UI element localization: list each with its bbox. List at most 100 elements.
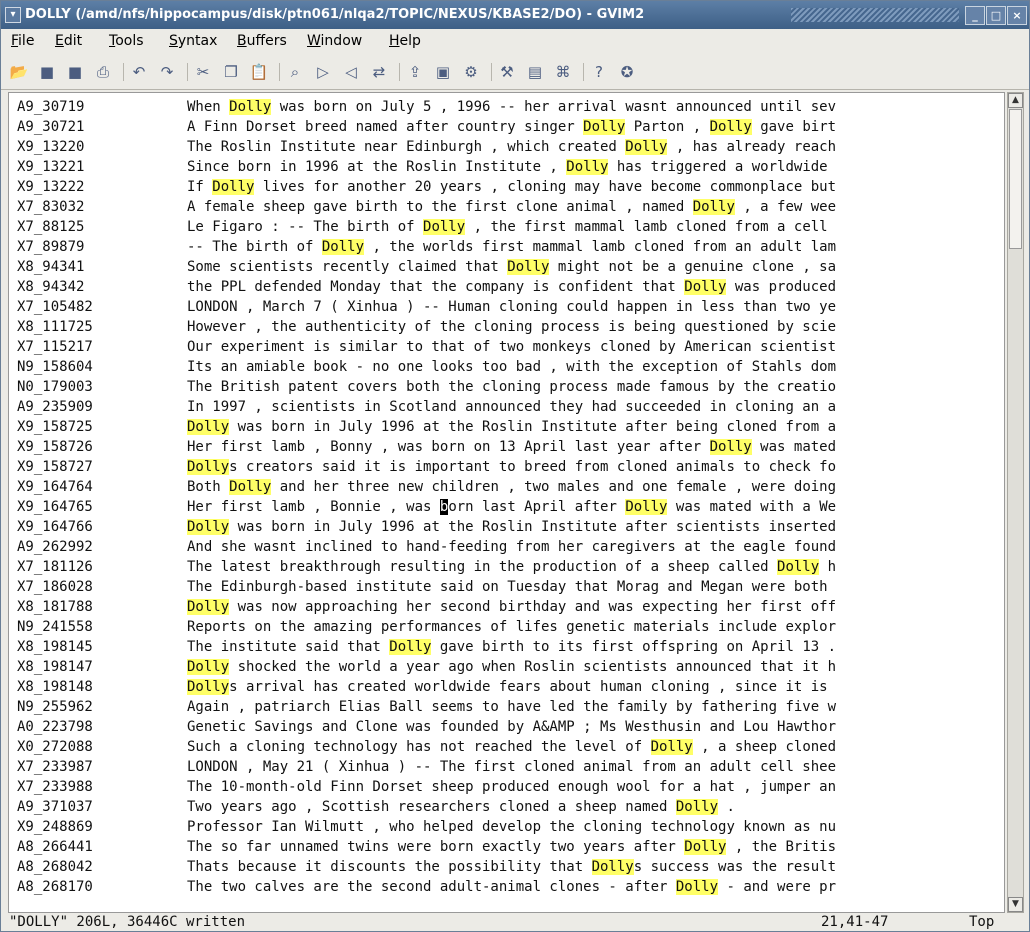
scroll-up-icon[interactable]: ▲	[1008, 93, 1023, 108]
text-line[interactable]: X8_181788 Dolly was now approaching her s…	[17, 599, 997, 616]
text-line[interactable]: X0_272088 Such a cloning technology has n…	[17, 739, 997, 756]
load-session-icon[interactable]: ⇪	[405, 63, 425, 81]
line-id: N0_179003	[17, 379, 93, 395]
status-message: "DOLLY" 206L, 36446C written	[9, 914, 246, 930]
toolbar-separator	[399, 63, 402, 81]
undo-icon[interactable]: ↶	[129, 63, 149, 81]
text-line[interactable]: A9_30719 When Dolly was born on July 5 , …	[17, 99, 997, 116]
line-text: Such a cloning technology has not reache…	[187, 739, 837, 755]
search-match: Dolly	[650, 739, 693, 755]
cut-icon[interactable]: ✂	[193, 63, 213, 81]
save-icon[interactable]: ■	[37, 63, 57, 81]
title-bar-grip	[791, 8, 959, 22]
text-line[interactable]: X9_13222 If Dolly lives for another 20 ye…	[17, 179, 997, 196]
minimize-button[interactable]: _	[965, 6, 985, 25]
line-id: N9_241558	[17, 619, 93, 635]
text-line[interactable]: X8_94341 Some scientists recently claimed…	[17, 259, 997, 276]
text-line[interactable]: X9_248869 Professor Ian Wilmutt , who hel…	[17, 819, 997, 836]
copy-icon[interactable]: ❐	[221, 63, 241, 81]
text-line[interactable]: X7_186028 The Edinburgh-based institute s…	[17, 579, 997, 596]
save-all-icon[interactable]: ■	[65, 63, 85, 81]
text-line[interactable]: A9_371037 Two years ago , Scottish resear…	[17, 799, 997, 816]
line-text: Some scientists recently claimed that Do…	[187, 259, 837, 275]
line-text: Dolly was born in July 1996 at the Rosli…	[187, 519, 837, 535]
text-line[interactable]: X7_105482 LONDON , March 7 ( Xinhua ) -- …	[17, 299, 997, 316]
text-line[interactable]: X7_115217 Our experiment is similar to th…	[17, 339, 997, 356]
text-line[interactable]: X8_111725 However , the authenticity of t…	[17, 319, 997, 336]
text-line[interactable]: X7_181126 The latest breakthrough resulti…	[17, 559, 997, 576]
menu-window[interactable]: Window	[307, 33, 362, 49]
search-match: Dolly	[423, 219, 466, 235]
text-line[interactable]: X9_13221 Since born in 1996 at the Roslin…	[17, 159, 997, 176]
text-line[interactable]: X8_198145 The institute said that Dolly g…	[17, 639, 997, 656]
text-line[interactable]: A8_268042 Thats because it discounts the …	[17, 859, 997, 876]
window-menu-icon[interactable]: ▾	[5, 7, 21, 23]
make-icon[interactable]: ⚒	[497, 63, 517, 81]
find-help-icon[interactable]: ✪	[617, 63, 637, 81]
scroll-down-icon[interactable]: ▼	[1008, 897, 1023, 912]
text-line[interactable]: N9_255962 Again , patriarch Elias Ball se…	[17, 699, 997, 716]
text-line[interactable]: X7_83032 A female sheep gave birth to the…	[17, 199, 997, 216]
text-line[interactable]: A0_223798 Genetic Savings and Clone was f…	[17, 719, 997, 736]
scroll-thumb[interactable]	[1009, 109, 1022, 249]
find-next-icon[interactable]: ▷	[313, 63, 333, 81]
text-line[interactable]: A9_235909 In 1997 , scientists in Scotlan…	[17, 399, 997, 416]
text-line[interactable]: X9_158726 Her first lamb , Bonny , was bo…	[17, 439, 997, 456]
text-line[interactable]: N9_241558 Reports on the amazing performa…	[17, 619, 997, 636]
replace-icon[interactable]: ⇄	[369, 63, 389, 81]
save-session-icon[interactable]: ▣	[433, 63, 453, 81]
search-match: Dolly	[229, 99, 272, 115]
text-line[interactable]: X8_94342 the PPL defended Monday that the…	[17, 279, 997, 296]
search-match: Dolly	[684, 839, 727, 855]
gvim-window: ▾ DOLLY (/amd/nfs/hippocampus/disk/ptn06…	[0, 0, 1030, 932]
menu-edit[interactable]: Edit	[55, 33, 82, 49]
text-line[interactable]: A9_30721 A Finn Dorset breed named after …	[17, 119, 997, 136]
open-icon[interactable]: 📂	[9, 63, 29, 81]
text-line[interactable]: X7_88125 Le Figaro : -- The birth of Doll…	[17, 219, 997, 236]
help-icon[interactable]: ?	[589, 63, 609, 81]
text-line[interactable]: A9_262992 And she wasnt inclined to hand-…	[17, 539, 997, 556]
editor-text-area[interactable]: A9_30719 When Dolly was born on July 5 , …	[8, 92, 1005, 913]
print-icon[interactable]: ⎙	[93, 63, 113, 81]
text-line[interactable]: X9_13220 The Roslin Institute near Edinbu…	[17, 139, 997, 156]
text-line[interactable]: N0_179003 The British patent covers both …	[17, 379, 997, 396]
maximize-button[interactable]: □	[986, 6, 1006, 25]
paste-icon[interactable]: 📋	[249, 63, 269, 81]
line-id: X9_158727	[17, 459, 93, 475]
find-prev-icon[interactable]: ◁	[341, 63, 361, 81]
text-line[interactable]: N9_158604 Its an amiable book - no one lo…	[17, 359, 997, 376]
text-line[interactable]: X9_164764 Both Dolly and her three new ch…	[17, 479, 997, 496]
line-id: X8_94342	[17, 279, 85, 295]
text-line[interactable]: A8_266441 The so far unnamed twins were b…	[17, 839, 997, 856]
menu-file[interactable]: File	[11, 33, 34, 49]
text-line[interactable]: X8_198148 Dollys arrival has created worl…	[17, 679, 997, 696]
line-text: Dolly was born in July 1996 at the Rosli…	[187, 419, 837, 435]
text-line[interactable]: X9_158725 Dolly was born in July 1996 at …	[17, 419, 997, 436]
text-line[interactable]: X9_164765 Her first lamb , Bonnie , was b…	[17, 499, 997, 516]
text-line[interactable]: X7_233988 The 10-month-old Finn Dorset sh…	[17, 779, 997, 796]
menu-help[interactable]: Help	[389, 33, 421, 49]
line-id: A0_223798	[17, 719, 93, 735]
text-line[interactable]: X7_233987 LONDON , May 21 ( Xinhua ) -- T…	[17, 759, 997, 776]
line-text: When Dolly was born on July 5 , 1996 -- …	[187, 99, 837, 115]
shell-icon[interactable]: ▤	[525, 63, 545, 81]
text-line[interactable]: X7_89879 -- The birth of Dolly , the worl…	[17, 239, 997, 256]
menu-syntax[interactable]: Syntax	[169, 33, 217, 49]
search-match: Dolly	[187, 519, 230, 535]
text-line[interactable]: A8_268170 The two calves are the second a…	[17, 879, 997, 896]
run-script-icon[interactable]: ⚙	[461, 63, 481, 81]
text-line[interactable]: X9_158727 Dollys creators said it is impo…	[17, 459, 997, 476]
text-line[interactable]: X8_198147 Dolly shocked the world a year …	[17, 659, 997, 676]
menu-tools[interactable]: Tools	[109, 33, 144, 49]
menu-buffers[interactable]: Buffers	[237, 33, 287, 49]
redo-icon[interactable]: ↷	[157, 63, 177, 81]
menu-bar: File Edit Tools Syntax Buffers Window Help	[1, 29, 1029, 55]
text-line[interactable]: X9_164766 Dolly was born in July 1996 at …	[17, 519, 997, 536]
line-text: Dollys creators said it is important to …	[187, 459, 837, 475]
ctags-icon[interactable]: ⌘	[553, 63, 573, 81]
find-icon[interactable]: ⌕	[285, 63, 305, 81]
search-match: Dolly	[507, 259, 550, 275]
close-button[interactable]: ×	[1007, 6, 1027, 25]
vertical-scrollbar[interactable]: ▲ ▼	[1007, 92, 1024, 913]
title-bar[interactable]: ▾ DOLLY (/amd/nfs/hippocampus/disk/ptn06…	[1, 1, 1029, 29]
